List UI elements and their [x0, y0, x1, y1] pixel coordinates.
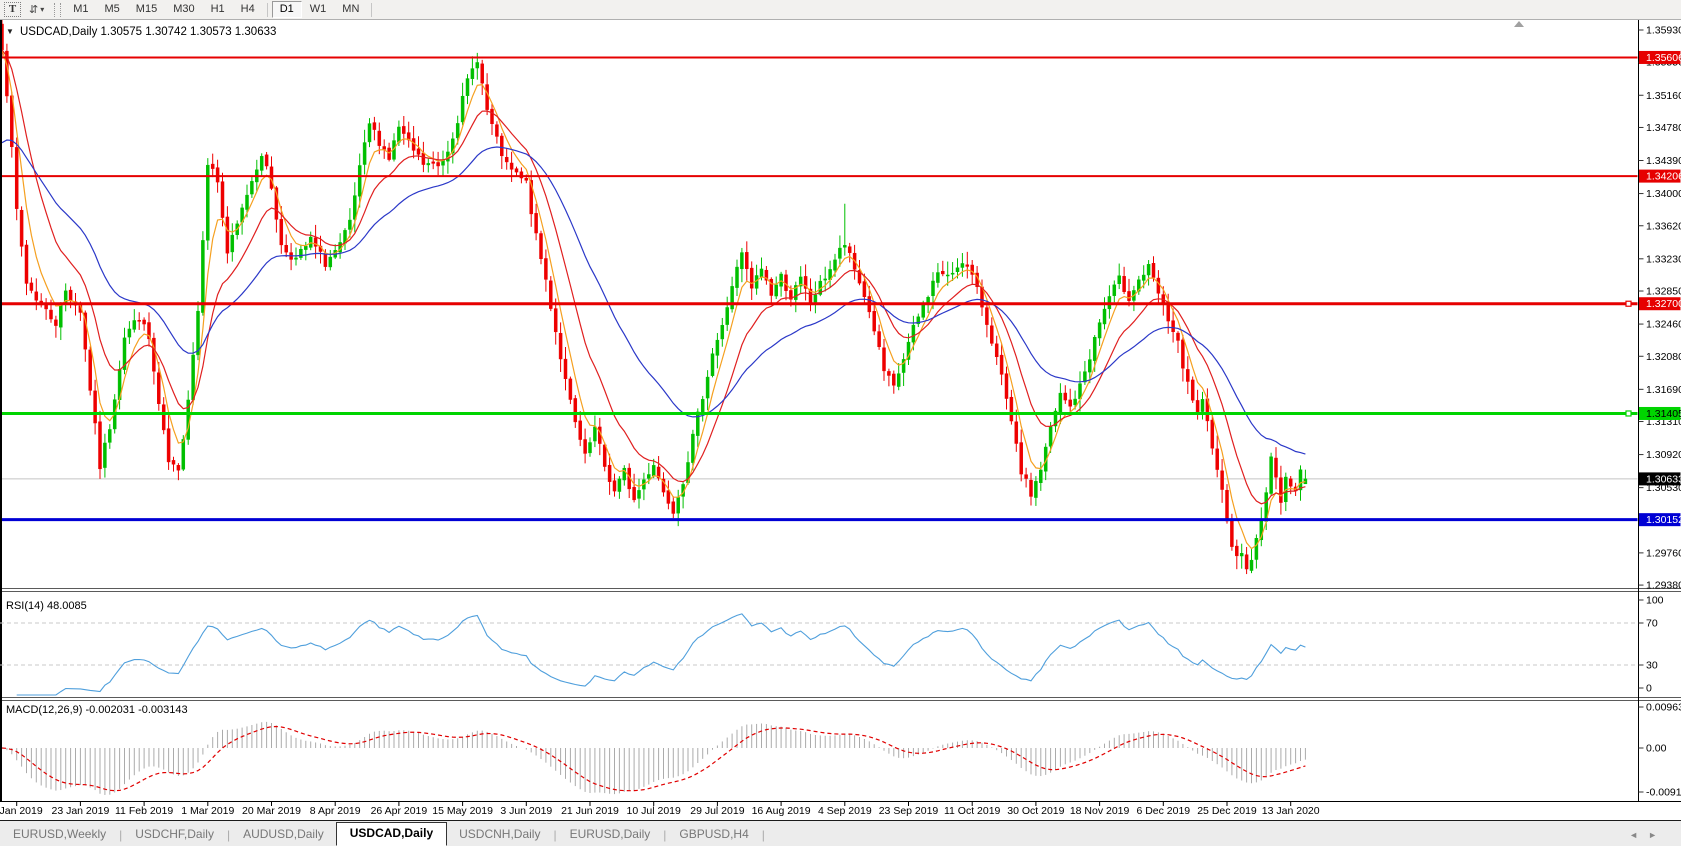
arrange-windows-icon: ⇵: [29, 3, 37, 16]
chart-toolbar: T ⇵▾ M1 M5 M15 M30 H1 H4 D1 W1 MN: [0, 0, 1681, 20]
svg-text:1.29760: 1.29760: [1646, 547, 1681, 559]
chart-tab-eurusd-weekly[interactable]: EURUSD,Weekly: [0, 823, 119, 846]
svg-text:11 Feb 2019: 11 Feb 2019: [115, 805, 173, 817]
svg-text:1.32700: 1.32700: [1646, 298, 1681, 310]
tab-scroll-right-icon: ►: [1648, 830, 1667, 840]
svg-text:1.34206: 1.34206: [1646, 171, 1681, 183]
svg-text:1.30920: 1.30920: [1646, 449, 1681, 461]
chart-canvas[interactable]: 1.359301.355501.351601.347801.343901.340…: [0, 19, 1681, 820]
chart-tab-eurusd-daily[interactable]: EURUSD,Daily: [557, 823, 664, 846]
tab-scroll-left-icon: ◄: [1629, 830, 1648, 840]
svg-text:10 Jul 2019: 10 Jul 2019: [627, 805, 681, 817]
toolbar-separator: [371, 3, 372, 17]
svg-text:RSI(14) 48.0085: RSI(14) 48.0085: [6, 600, 87, 612]
svg-text:1.32080: 1.32080: [1646, 351, 1681, 363]
text-tool-icon: T: [4, 2, 21, 17]
chart-tab-usdcnh-daily[interactable]: USDCNH,Daily: [446, 823, 553, 846]
timeframe-button-m30[interactable]: M30: [165, 1, 202, 18]
svg-text:-0.009134: -0.009134: [1646, 787, 1681, 799]
tab-scroll-arrows[interactable]: ◄►: [1629, 830, 1681, 846]
tab-divider: |: [762, 828, 765, 846]
toolbar-separator: [267, 3, 268, 17]
svg-text:3 Jun 2019: 3 Jun 2019: [500, 805, 552, 817]
timeframe-button-m15[interactable]: M15: [128, 1, 165, 18]
timeframe-button-mn[interactable]: MN: [334, 1, 367, 18]
svg-text:18 Nov 2019: 18 Nov 2019: [1070, 805, 1130, 817]
svg-text:4 Sep 2019: 4 Sep 2019: [818, 805, 872, 817]
svg-text:1 Mar 2019: 1 Mar 2019: [181, 805, 234, 817]
svg-text:29 Jul 2019: 29 Jul 2019: [690, 805, 744, 817]
timeframe-button-m1[interactable]: M1: [65, 1, 96, 18]
svg-text:1.30633: 1.30633: [1646, 473, 1681, 485]
svg-text:4 Jan 2019: 4 Jan 2019: [0, 805, 43, 817]
svg-text:USDCAD,Daily 1.30575 1.30742: USDCAD,Daily 1.30575 1.30742 1.30573 1.3…: [20, 26, 276, 38]
svg-text:70: 70: [1646, 618, 1658, 630]
chart-title: ▼ USDCAD,Daily 1.30575 1.30742 1.30573 1.…: [6, 26, 276, 38]
date-axis: 4 Jan 2019 23 Jan 2019 11 Feb 2019 1 Mar 20…: [0, 802, 1320, 817]
svg-text:1.34780: 1.34780: [1646, 122, 1681, 134]
text-tool-button[interactable]: T: [0, 2, 25, 18]
svg-text:1.31405: 1.31405: [1646, 408, 1681, 420]
svg-text:MACD(12,26,9) -0.002031 -0.003: MACD(12,26,9) -0.002031 -0.003143: [6, 704, 188, 716]
chevron-down-icon: ▾: [40, 5, 44, 14]
toolbar-grip[interactable]: [54, 3, 61, 17]
svg-text:▼: ▼: [6, 27, 14, 36]
svg-text:1.34390: 1.34390: [1646, 155, 1681, 167]
timeframe-button-w1[interactable]: W1: [302, 1, 335, 18]
timeframe-button-m5[interactable]: M5: [97, 1, 128, 18]
svg-text:1.32460: 1.32460: [1646, 319, 1681, 331]
svg-text:1.33620: 1.33620: [1646, 220, 1681, 232]
svg-text:30 Oct 2019: 30 Oct 2019: [1007, 805, 1064, 817]
svg-text:0.009633: 0.009633: [1646, 702, 1681, 714]
svg-text:15 May 2019: 15 May 2019: [432, 805, 493, 817]
svg-text:25 Dec 2019: 25 Dec 2019: [1197, 805, 1257, 817]
svg-text:1.34000: 1.34000: [1646, 188, 1681, 200]
timeframe-button-h1[interactable]: H1: [203, 1, 233, 18]
svg-text:20 Mar 2019: 20 Mar 2019: [242, 805, 301, 817]
svg-text:8 Apr 2019: 8 Apr 2019: [310, 805, 361, 817]
svg-text:23 Jan 2019: 23 Jan 2019: [51, 805, 109, 817]
svg-text:6 Dec 2019: 6 Dec 2019: [1136, 805, 1190, 817]
timeframe-button-d1[interactable]: D1: [272, 1, 302, 18]
svg-text:1.31690: 1.31690: [1646, 384, 1681, 396]
svg-text:1.35160: 1.35160: [1646, 90, 1681, 102]
svg-text:30: 30: [1646, 660, 1658, 672]
svg-text:11 Oct 2019: 11 Oct 2019: [944, 805, 1001, 817]
chart-tabs-bar: EURUSD,Weekly| USDCHF,Daily| AUDUSD,Dail…: [0, 820, 1681, 846]
svg-text:16 Aug 2019: 16 Aug 2019: [752, 805, 811, 817]
svg-text:1.29380: 1.29380: [1646, 580, 1681, 592]
chart-tab-gbpusd-h4[interactable]: GBPUSD,H4: [666, 823, 761, 846]
timeframe-button-h4[interactable]: H4: [233, 1, 263, 18]
chart-tab-audusd-daily[interactable]: AUDUSD,Daily: [230, 823, 337, 846]
svg-text:0: 0: [1646, 683, 1652, 695]
svg-text:13 Jan 2020: 13 Jan 2020: [1262, 805, 1320, 817]
svg-text:1.30152: 1.30152: [1646, 514, 1681, 526]
arrange-windows-button[interactable]: ⇵▾: [25, 2, 48, 18]
svg-text:0.00: 0.00: [1646, 743, 1667, 755]
svg-text:1.35606: 1.35606: [1646, 52, 1681, 64]
svg-text:1.33230: 1.33230: [1646, 253, 1681, 265]
chart-tab-usdchf-daily[interactable]: USDCHF,Daily: [122, 823, 227, 846]
chart-tab-usdcad-daily-active[interactable]: USDCAD,Daily: [336, 822, 447, 846]
svg-text:1.32850: 1.32850: [1646, 286, 1681, 298]
svg-text:100: 100: [1646, 595, 1664, 607]
svg-text:26 Apr 2019: 26 Apr 2019: [371, 805, 428, 817]
svg-text:1.35930: 1.35930: [1646, 25, 1681, 37]
svg-text:21 Jun 2019: 21 Jun 2019: [561, 805, 619, 817]
svg-text:23 Sep 2019: 23 Sep 2019: [879, 805, 939, 817]
